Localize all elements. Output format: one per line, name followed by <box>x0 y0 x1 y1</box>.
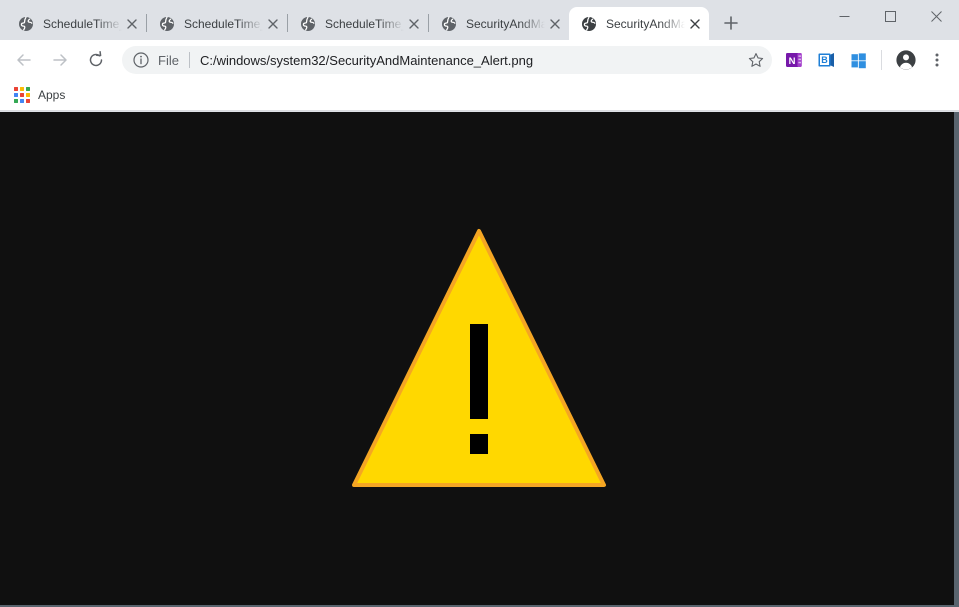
tab-title: SecurityAndMa <box>466 16 545 31</box>
image-viewer-stage <box>0 112 954 605</box>
tab-title: ScheduleTime_8 <box>325 16 404 31</box>
back-button[interactable] <box>9 45 39 75</box>
url-text[interactable]: C:/windows/system32/SecurityAndMaintenan… <box>200 53 740 68</box>
address-bar[interactable]: File C:/windows/system32/SecurityAndMain… <box>122 46 772 74</box>
window-controls <box>821 0 959 32</box>
exclamation-bar <box>470 324 488 419</box>
url-scheme-label: File <box>158 52 179 68</box>
blue-b-extension-icon[interactable]: B <box>813 47 839 73</box>
browser-tab[interactable]: ScheduleTime_8 <box>147 7 287 40</box>
bookmark-item-apps[interactable]: Apps <box>10 83 73 107</box>
globe-icon <box>442 16 456 31</box>
tab-strip: ScheduleTime_8 ScheduleTime_8 <box>0 0 959 40</box>
globe-icon <box>160 16 174 31</box>
onenote-extension-icon[interactable]: N <box>781 47 807 73</box>
forward-button[interactable] <box>45 45 75 75</box>
svg-text:N: N <box>789 56 796 67</box>
svg-text:B: B <box>821 55 828 65</box>
tabs-area: ScheduleTime_8 ScheduleTime_8 <box>0 0 745 40</box>
toolbar-divider <box>881 50 882 70</box>
globe-icon <box>19 16 33 31</box>
new-tab-button[interactable] <box>717 9 745 37</box>
info-circle-icon[interactable] <box>132 51 150 69</box>
window-right-border <box>954 112 959 607</box>
close-button[interactable] <box>913 0 959 32</box>
omnibox-divider <box>188 52 190 68</box>
account-circle-icon[interactable] <box>891 45 921 75</box>
close-icon[interactable] <box>685 14 705 34</box>
close-icon[interactable] <box>404 14 424 34</box>
browser-tab-active[interactable]: SecurityAndMa <box>569 7 709 40</box>
browser-window: ScheduleTime_8 ScheduleTime_8 <box>0 0 959 607</box>
tab-title: SecurityAndMa <box>606 16 685 31</box>
close-icon[interactable] <box>545 14 565 34</box>
bookmark-label: Apps <box>38 88 66 102</box>
apps-grid-icon <box>14 87 30 103</box>
maximize-button[interactable] <box>867 0 913 32</box>
three-dot-menu-icon[interactable] <box>923 45 951 75</box>
minimize-button[interactable] <box>821 0 867 32</box>
warning-triangle-image[interactable] <box>348 225 610 491</box>
tab-title: ScheduleTime_8 <box>184 16 263 31</box>
globe-icon <box>582 16 596 31</box>
browser-tab[interactable]: SecurityAndMa <box>429 7 569 40</box>
exclamation-dot <box>470 434 488 454</box>
browser-toolbar: File C:/windows/system32/SecurityAndMain… <box>0 40 959 80</box>
reload-button[interactable] <box>81 45 111 75</box>
close-icon[interactable] <box>263 14 283 34</box>
globe-icon <box>301 16 315 31</box>
browser-tab[interactable]: ScheduleTime_8 <box>288 7 428 40</box>
browser-tab[interactable]: ScheduleTime_8 <box>6 7 146 40</box>
bookmarks-bar: Apps <box>0 80 959 111</box>
star-outline-icon[interactable] <box>744 48 768 72</box>
windows-extension-icon[interactable] <box>845 47 871 73</box>
tab-title: ScheduleTime_8 <box>43 16 122 31</box>
page-content-area <box>0 112 954 605</box>
close-icon[interactable] <box>122 14 142 34</box>
